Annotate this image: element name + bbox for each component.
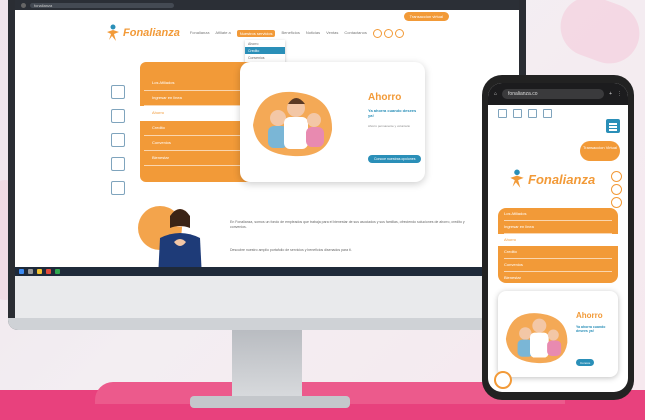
whatsapp-icon[interactable] (494, 371, 512, 389)
monitor-chin (8, 318, 526, 330)
instagram-icon[interactable] (611, 184, 622, 195)
social-links (372, 28, 404, 38)
card-subtitle: Ya ahorra cuando desees ya! (368, 108, 417, 118)
phone-savings-card: Ahorro Ya ahorra cuando desees ya! Conoc… (498, 291, 618, 377)
panel-item-agreements[interactable]: Convenios (504, 259, 612, 272)
nav-item-fonalianza[interactable]: Fonalianza (190, 30, 210, 37)
phone-screen: ⌂ fonalianza.co + ⋮ Transaccion Virtual … (488, 83, 628, 392)
mobile-phone: ⌂ fonalianza.co + ⋮ Transaccion Virtual … (482, 75, 634, 400)
phone-card-title: Ahorro (576, 311, 603, 320)
app-icon[interactable] (55, 269, 60, 274)
hamburger-menu-icon[interactable] (606, 119, 620, 133)
nav-item-news[interactable]: Noticias (306, 30, 320, 37)
phone-services-panel: Los Afiliados Ingresar en linea Ahorro C… (498, 208, 618, 285)
search-icon[interactable] (28, 269, 33, 274)
youtube-icon[interactable] (611, 197, 622, 208)
facebook-icon[interactable] (611, 171, 622, 182)
home-icon[interactable]: ⌂ (494, 91, 497, 97)
desktop-monitor: fonalianza Transaccion virtual Fonalianz… (8, 0, 526, 330)
dropdown-item-agreements[interactable]: Convenios (245, 54, 285, 61)
calculator-icon[interactable] (543, 109, 552, 118)
nav-item-afiliate[interactable]: Afiliate a (215, 30, 230, 37)
add-tab-icon[interactable]: + (609, 91, 612, 97)
savings-card: Ahorro Ya ahorra cuando desees ya! Ahorr… (240, 62, 425, 182)
start-icon[interactable] (19, 269, 24, 274)
logo-figure-icon (510, 169, 524, 188)
card-icon[interactable] (528, 109, 537, 118)
panel-item-savings[interactable]: Ahorro (498, 234, 618, 246)
phone-social-links (611, 171, 622, 208)
browser-icon[interactable] (46, 269, 51, 274)
services-paragraph: Descubre nuestro amplio portafolio de se… (230, 248, 352, 252)
money-icon[interactable] (513, 109, 522, 118)
intro-paragraph: En Fonalianza, somos un fondo de emplead… (230, 220, 465, 229)
card-title: Ahorro (368, 92, 402, 103)
panel-item-online[interactable]: Ingresar en linea (504, 221, 612, 234)
folder-icon[interactable] (37, 269, 42, 274)
phone-logo[interactable]: Fonalianza (508, 169, 595, 189)
woman-heart-photo (138, 206, 202, 278)
virtual-transaction-button[interactable]: Transaccion virtual (403, 12, 449, 21)
nav-item-sales[interactable]: Ventas (326, 30, 338, 37)
people-icon[interactable] (498, 109, 507, 118)
dropdown-item-savings[interactable]: Ahorro (245, 40, 285, 47)
calculator-icon[interactable] (111, 157, 125, 171)
facebook-icon[interactable] (372, 28, 382, 38)
handshake-icon[interactable] (111, 181, 125, 195)
phone-card-subtitle: Ya ahorra cuando desees ya! (576, 325, 606, 333)
family-photo (253, 91, 333, 157)
address-bar[interactable]: fonalianza (30, 2, 174, 8)
card-cta-button[interactable]: Conoce nuestras opciones (368, 155, 422, 163)
dropdown-item-credit[interactable]: Credito (245, 47, 285, 54)
family-photo (505, 313, 568, 364)
more-icon[interactable]: ⋮ (617, 91, 622, 97)
nav-item-services[interactable]: Nuestros servicios (236, 29, 276, 37)
card-text: Ahorro permanente y voluntario (368, 124, 411, 128)
nav-item-benefits[interactable]: Beneficios (281, 30, 299, 37)
browser-toolbar: fonalianza (15, 0, 519, 10)
phone-virtual-transaction-button[interactable]: Transaccion Virtual (580, 141, 620, 161)
back-icon[interactable] (21, 2, 26, 8)
youtube-icon[interactable] (394, 28, 404, 38)
money-icon[interactable] (111, 109, 125, 123)
main-nav: Fonalianza Fonalianza Afiliate a Nuestro… (105, 22, 485, 44)
instagram-icon[interactable] (383, 28, 393, 38)
panel-item-credit[interactable]: Credito (504, 246, 612, 259)
about-section: En Fonalianza, somos un fondo de emplead… (130, 198, 519, 278)
site-logo[interactable]: Fonalianza (105, 24, 180, 42)
panel-item-affiliates[interactable]: Los Afiliados (504, 208, 612, 221)
phone-browser-bar: ⌂ fonalianza.co + ⋮ (488, 83, 628, 105)
monitor-base (190, 396, 350, 408)
phone-address-bar[interactable]: fonalianza.co (502, 89, 605, 99)
panel-item-wellbeing[interactable]: Bienestar (504, 272, 612, 285)
phone-card-button[interactable]: Conoce (576, 359, 595, 366)
card-icon[interactable] (111, 133, 125, 147)
desktop-screen: fonalianza Transaccion virtual Fonalianz… (15, 0, 519, 318)
windows-taskbar (15, 267, 519, 276)
logo-figure-icon (107, 24, 119, 41)
side-icon-column (111, 85, 125, 195)
monitor-stand (232, 330, 302, 400)
people-icon[interactable] (111, 85, 125, 99)
nav-menu: Fonalianza Afiliate a Nuestros servicios… (190, 29, 367, 37)
nav-item-contact[interactable]: Contactanos (344, 30, 366, 37)
